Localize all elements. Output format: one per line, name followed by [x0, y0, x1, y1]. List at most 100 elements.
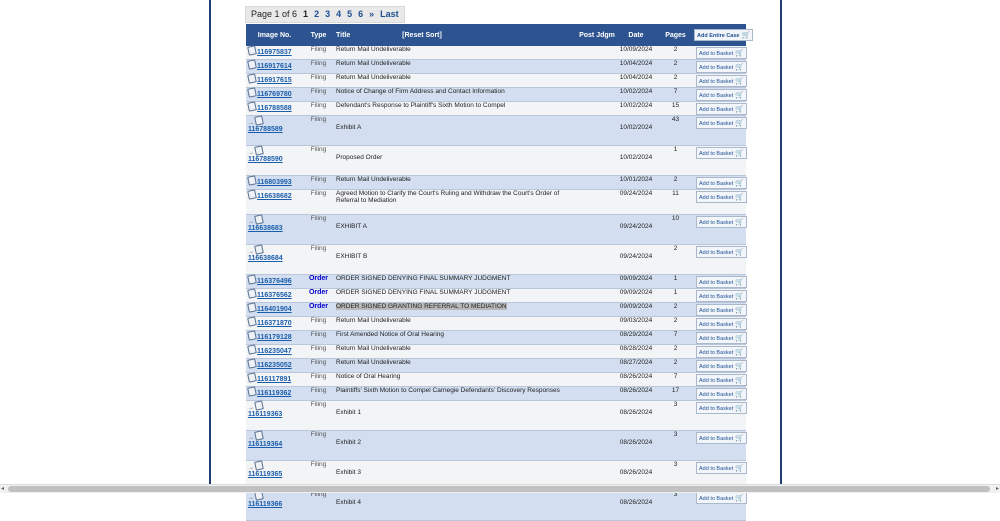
col-type[interactable]: Type	[303, 24, 334, 46]
document-icon[interactable]	[247, 175, 257, 186]
add-to-basket-button[interactable]: Add to Basket 🛒	[696, 75, 747, 87]
image-link[interactable]: 116371870	[257, 320, 292, 327]
document-icon[interactable]	[247, 316, 257, 327]
add-to-basket-button[interactable]: Add to Basket 🛒	[696, 117, 747, 129]
document-icon[interactable]	[254, 115, 264, 126]
post-jdgm-cell	[579, 115, 615, 146]
page-link-2[interactable]: 2	[314, 7, 319, 22]
add-to-basket-button[interactable]: Add to Basket 🛒	[696, 346, 747, 358]
document-icon[interactable]	[247, 45, 257, 56]
pages-cell: 1	[657, 288, 694, 303]
doc-title: EXHIBIT B	[336, 253, 368, 260]
image-link[interactable]: 116975837	[257, 49, 292, 56]
image-link[interactable]: 116638683	[248, 225, 283, 232]
document-icon[interactable]	[254, 460, 264, 471]
document-icon[interactable]	[247, 101, 257, 112]
add-to-basket-button[interactable]: Add to Basket 🛒	[696, 89, 747, 101]
image-link[interactable]: 116235052	[257, 362, 292, 369]
add-entire-case-button[interactable]: Add Entire Case 🛒	[694, 29, 754, 41]
document-icon[interactable]	[247, 274, 257, 285]
add-to-basket-button[interactable]: Add to Basket 🛒	[696, 374, 747, 386]
add-to-basket-button[interactable]: Add to Basket 🛒	[696, 318, 747, 330]
add-to-basket-button[interactable]: Add to Basket 🛒	[696, 61, 747, 73]
image-cell: 116917614	[246, 59, 303, 74]
type-cell: Order	[303, 302, 334, 317]
image-link[interactable]: 116638682	[257, 193, 292, 200]
document-icon[interactable]	[247, 189, 257, 200]
image-link[interactable]: 116788588	[257, 105, 292, 112]
document-icon[interactable]	[247, 344, 257, 355]
image-link[interactable]: 116117891	[257, 376, 291, 383]
image-link[interactable]: 116119364	[248, 441, 282, 448]
col-pages[interactable]: Pages	[657, 24, 694, 46]
add-to-basket-button[interactable]: Add to Basket 🛒	[696, 402, 747, 414]
image-link[interactable]: 116917615	[257, 77, 292, 84]
image-link[interactable]: 116119366	[248, 501, 282, 508]
document-icon[interactable]	[247, 73, 257, 84]
document-icon[interactable]	[254, 214, 264, 225]
add-to-basket-button[interactable]: Add to Basket 🛒	[696, 304, 747, 316]
image-link[interactable]: 116917614	[257, 63, 292, 70]
document-icon[interactable]	[254, 430, 264, 441]
page-link-3[interactable]: 3	[325, 7, 330, 22]
add-to-basket-button[interactable]: Add to Basket 🛒	[696, 147, 747, 159]
document-icon[interactable]	[247, 372, 257, 383]
image-link[interactable]: 116119363	[248, 411, 282, 418]
scrollbar-thumb[interactable]	[8, 486, 990, 492]
image-link[interactable]: 116769780	[257, 91, 292, 98]
document-icon[interactable]	[247, 386, 257, 397]
add-to-basket-label: Add to Basket	[699, 65, 734, 71]
document-icon[interactable]	[247, 59, 257, 70]
document-icon[interactable]	[254, 145, 264, 156]
col-title-label[interactable]: Title	[336, 32, 350, 39]
doc-pages: 3	[673, 461, 678, 468]
add-to-basket-button[interactable]: Add to Basket 🛒	[696, 177, 747, 189]
image-link[interactable]: 116401904	[257, 306, 292, 313]
add-to-basket-button[interactable]: Add to Basket 🛒	[696, 103, 747, 115]
post-jdgm-cell	[579, 372, 615, 387]
add-to-basket-button[interactable]: Add to Basket 🛒	[696, 290, 747, 302]
post-jdgm-cell	[579, 46, 615, 60]
document-icon[interactable]	[254, 400, 264, 411]
col-image-no[interactable]: Image No.	[246, 24, 303, 46]
col-post-jdgm[interactable]: Post Jdgm	[579, 24, 615, 46]
cart-icon: 🛒	[735, 150, 744, 157]
image-link[interactable]: 116376562	[257, 292, 292, 299]
document-icon[interactable]	[247, 330, 257, 341]
add-to-basket-button[interactable]: Add to Basket 🛒	[696, 432, 747, 444]
image-link[interactable]: 116803993	[257, 179, 292, 186]
page-link-5[interactable]: 5	[347, 7, 352, 22]
add-to-basket-button[interactable]: Add to Basket 🛒	[696, 360, 747, 372]
add-to-basket-button[interactable]: Add to Basket 🛒	[696, 191, 747, 203]
page-last[interactable]: Last	[380, 7, 399, 22]
image-link[interactable]: 116376496	[257, 278, 292, 285]
add-to-basket-button[interactable]: Add to Basket 🛒	[696, 47, 747, 59]
document-icon[interactable]	[247, 288, 257, 299]
image-link[interactable]: 116119365	[248, 471, 282, 478]
pages-cell: 2	[657, 302, 694, 317]
image-link[interactable]: 116788589	[248, 126, 283, 133]
image-link[interactable]: 116179128	[257, 334, 292, 341]
page-link-4[interactable]: 4	[336, 7, 341, 22]
add-to-basket-button[interactable]: Add to Basket 🛒	[696, 388, 747, 400]
page-link-6[interactable]: 6	[358, 7, 363, 22]
add-to-basket-button[interactable]: Add to Basket 🛒	[696, 216, 747, 228]
image-link[interactable]: 116235047	[257, 348, 292, 355]
add-to-basket-button[interactable]: Add to Basket 🛒	[696, 276, 747, 288]
post-jdgm-cell	[579, 400, 615, 431]
document-icon[interactable]	[254, 244, 264, 255]
image-link[interactable]: 116119362	[257, 390, 291, 397]
page-next[interactable]: »	[369, 7, 374, 22]
col-date[interactable]: Date	[615, 24, 657, 46]
add-to-basket-button[interactable]: Add to Basket 🛒	[696, 246, 747, 258]
reset-sort-link[interactable]: [Reset Sort]	[402, 32, 442, 39]
image-link[interactable]: 116638684	[248, 255, 283, 262]
add-to-basket-button[interactable]: Add to Basket 🛒	[696, 332, 747, 344]
document-icon[interactable]	[247, 358, 257, 369]
image-link[interactable]: 116788590	[248, 156, 283, 163]
add-to-basket-button[interactable]: Add to Basket 🛒	[696, 462, 747, 474]
document-icon[interactable]	[247, 87, 257, 98]
document-icon[interactable]	[247, 302, 257, 313]
table-row: 116117891 Filing Notice of Oral Hearing 08/…	[246, 372, 747, 387]
add-to-basket-button[interactable]: Add to Basket 🛒	[696, 492, 747, 504]
